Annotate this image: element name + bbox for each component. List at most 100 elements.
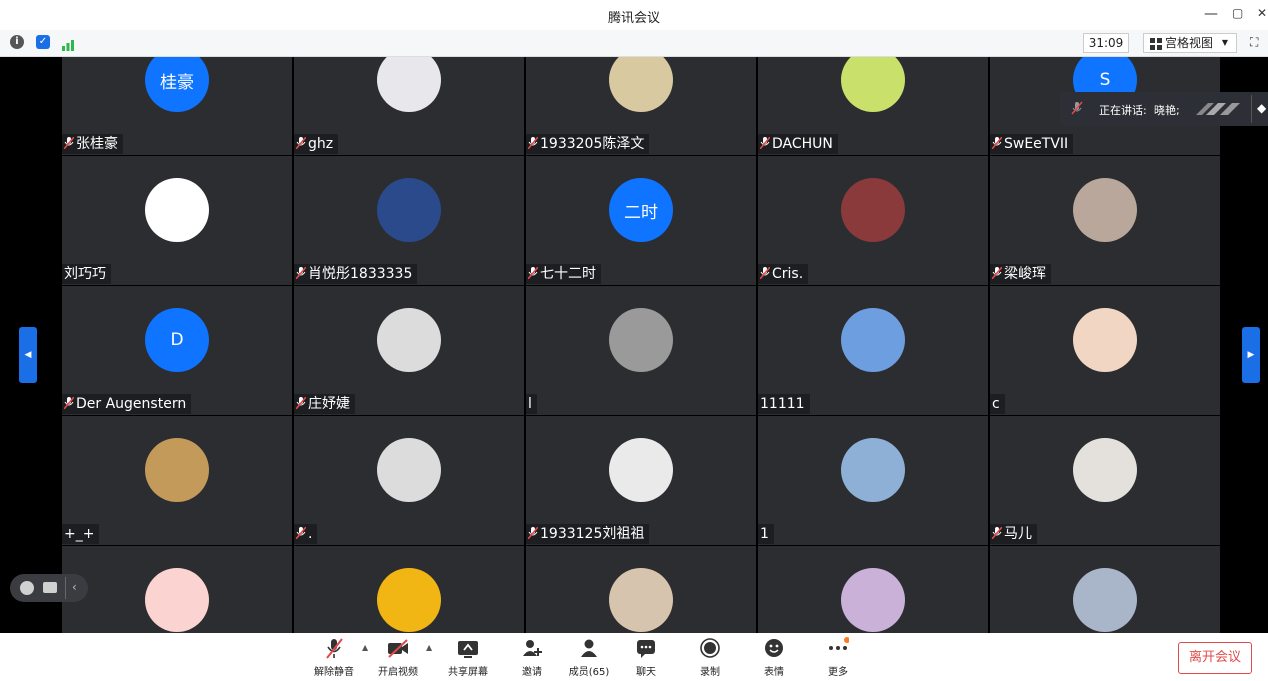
next-page-button[interactable]: ▶	[1242, 327, 1260, 383]
more-icon	[810, 637, 866, 663]
participant-name-label: 1933205陈泽文	[526, 134, 650, 154]
leave-meeting-button[interactable]: 离开会议	[1178, 642, 1252, 674]
participant-tile[interactable]: 二时 七十二时	[526, 156, 756, 285]
toolbar-label: 邀请	[522, 667, 542, 678]
participant-tile[interactable]: ghz	[294, 57, 524, 155]
mic-muted-icon	[991, 265, 1003, 280]
collapse-icon[interactable]: ‹	[72, 580, 77, 594]
participant-name: +_+	[64, 526, 95, 542]
caret-up-icon[interactable]: ▲	[362, 643, 368, 652]
signal-icon[interactable]	[61, 36, 75, 51]
mic-muted-icon	[63, 135, 75, 150]
participant-avatar	[609, 568, 673, 632]
record-button[interactable]: 录制	[682, 637, 738, 678]
participant-tile[interactable]: 1933125刘祖祖	[526, 416, 756, 545]
participant-name-label: l	[526, 394, 537, 414]
prev-page-button[interactable]: ◀	[19, 327, 37, 383]
participant-avatar	[841, 568, 905, 632]
toolbar-label: 更多	[828, 667, 848, 678]
participant-tile[interactable]: 桂豪 张桂豪	[62, 57, 292, 155]
participant-tile[interactable]: 梁峻珲	[990, 156, 1220, 285]
more-button[interactable]: 更多	[810, 637, 866, 678]
mic-muted-icon	[991, 525, 1003, 540]
emoji-button[interactable]: 表情	[746, 637, 802, 678]
meeting-timer: 31:09	[1083, 33, 1129, 53]
participant-avatar	[377, 57, 441, 112]
caret-up-icon[interactable]: ▲	[426, 643, 432, 652]
floating-controls: ‹	[10, 574, 88, 602]
participant-avatar	[377, 308, 441, 372]
info-bar: i ✓ 31:09 宫格视图 ▼ ⛶	[0, 30, 1268, 57]
bottom-toolbar: 离开会议 解除静音 开启视频 共享屏幕 邀请 成员(65) 聊天 录制 表情 更多 ▲ ▲	[0, 633, 1268, 681]
participant-tile[interactable]	[758, 546, 988, 633]
close-button[interactable]: ✕	[1257, 6, 1267, 20]
participant-name: 肖悦彤1833335	[308, 266, 413, 282]
participant-name: l	[528, 396, 532, 412]
participant-avatar	[841, 178, 905, 242]
toolbar-label: 表情	[764, 667, 784, 678]
participant-name-label: SwEeTVII	[990, 134, 1074, 154]
participant-tile[interactable]	[526, 546, 756, 633]
participant-tile[interactable]: 1933205陈泽文	[526, 57, 756, 155]
mic-muted-icon	[527, 525, 539, 540]
participant-avatar	[841, 308, 905, 372]
participant-avatar	[1073, 438, 1137, 502]
view-selector[interactable]: 宫格视图 ▼	[1143, 33, 1237, 53]
toolbar-label: 成员(65)	[568, 667, 610, 678]
participant-tile[interactable]: l	[526, 286, 756, 415]
participant-tile[interactable]	[990, 546, 1220, 633]
window-title: 腾讯会议	[607, 11, 660, 26]
speaking-name: 晓艳;	[1154, 104, 1180, 117]
toolbar-label: 开启视频	[378, 667, 418, 678]
participant-name-label: Der Augenstern	[62, 394, 192, 414]
participant-tile[interactable]: 1	[758, 416, 988, 545]
mic-muted-icon	[527, 135, 539, 150]
participant-name-label: 七十二时	[526, 264, 601, 284]
toolbar-label: 录制	[700, 667, 720, 678]
participant-name: 庄妤婕	[308, 396, 350, 412]
participant-tile[interactable]: DACHUN	[758, 57, 988, 155]
participant-tile[interactable]: 11111	[758, 286, 988, 415]
mic-muted-icon	[295, 525, 307, 540]
participant-name: 马儿	[1004, 526, 1032, 542]
minimize-button[interactable]: —	[1204, 6, 1218, 22]
participant-name-label: +_+	[62, 524, 100, 544]
participant-tile[interactable]: +_+	[62, 416, 292, 545]
participant-name-label: 刘巧巧	[62, 264, 111, 284]
participant-tile[interactable]: .	[294, 416, 524, 545]
participant-tile[interactable]: 庄妤婕	[294, 286, 524, 415]
participant-name: 1933125刘祖祖	[540, 526, 645, 542]
toolbar-label: 解除静音	[314, 667, 354, 678]
invite-button[interactable]: 邀请	[504, 637, 560, 678]
participant-avatar: 桂豪	[145, 57, 209, 112]
fullscreen-icon[interactable]: ⛶	[1250, 35, 1258, 50]
participant-avatar	[841, 57, 905, 112]
video-off-button[interactable]: 开启视频	[370, 637, 426, 678]
participant-tile[interactable]: Cris.	[758, 156, 988, 285]
participant-tile[interactable]: c	[990, 286, 1220, 415]
participant-tile[interactable]: 刘巧巧	[62, 156, 292, 285]
participant-tile[interactable]: 马儿	[990, 416, 1220, 545]
participant-avatar	[609, 438, 673, 502]
shield-icon[interactable]: ✓	[36, 35, 50, 49]
chat-button[interactable]: 聊天	[618, 637, 674, 678]
mic-muted-button[interactable]: 解除静音	[306, 637, 362, 678]
participant-name: DACHUN	[772, 136, 833, 152]
participant-tile[interactable]	[294, 546, 524, 633]
participant-avatar	[377, 178, 441, 242]
participant-name: .	[308, 526, 313, 542]
participant-name: Der Augenstern	[76, 396, 187, 412]
video-grid-area: 桂豪 张桂豪 ghz 1933205陈泽文 DACHUN S SwEeTVII 刘巧巧 肖悦彤1…	[0, 57, 1268, 633]
restore-button[interactable]: ▢	[1232, 6, 1243, 20]
participant-tile[interactable]	[62, 546, 292, 633]
members-button[interactable]: 成员(65)	[561, 637, 617, 678]
participant-name: 11111	[760, 396, 805, 412]
participant-tile[interactable]: 肖悦彤1833335	[294, 156, 524, 285]
collapse-arrow-icon[interactable]: ◆	[1257, 101, 1266, 115]
participant-tile[interactable]: D Der Augenstern	[62, 286, 292, 415]
chat-bubble-icon[interactable]	[43, 582, 57, 593]
mic-muted-icon	[991, 135, 1003, 150]
info-icon[interactable]: i	[10, 35, 24, 49]
emoji-icon[interactable]	[20, 581, 34, 595]
share-screen-button[interactable]: 共享屏幕	[440, 637, 496, 678]
